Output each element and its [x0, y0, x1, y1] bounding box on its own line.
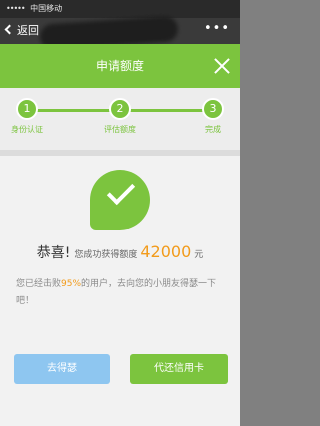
step-label: 完成 — [205, 125, 221, 134]
desc-prefix: 您已经击败 — [16, 279, 62, 289]
beat-percentage: 95% — [61, 279, 82, 289]
step-evaluate: 2 评估额度 — [85, 98, 155, 135]
currency-unit: 元 — [194, 250, 204, 260]
step-label: 评估额度 — [104, 125, 136, 134]
more-icon[interactable]: ••• — [204, 18, 230, 44]
congrats-line: 恭喜! 您成功获得额度 42000 元 — [0, 242, 240, 262]
share-button[interactable]: 去得瑟 — [14, 354, 110, 384]
success-badge — [90, 170, 150, 230]
screen: ••••• 中国移动 返回 ••• 申请额度 1 身份认证 2 评估额度 3 完… — [0, 0, 240, 426]
page-title: 申请额度 — [95, 59, 144, 73]
congrats-text: 恭喜! — [36, 245, 71, 261]
status-bar: ••••• 中国移动 — [0, 0, 240, 18]
success-message: 您成功获得额度 — [74, 250, 138, 260]
signal-icon: ••••• — [6, 4, 26, 13]
credit-amount: 42000 — [140, 242, 192, 261]
ranking-description: 您已经击败95%的用户，去向您的小朋友得瑟一下吧！ — [16, 276, 226, 310]
wechat-top-bar: 返回 ••• — [0, 15, 240, 51]
back-button[interactable]: 返回 — [4, 18, 39, 44]
result-card: 恭喜! 您成功获得额度 42000 元 您已经击败95%的用户，去向您的小朋友得瑟一下… — [0, 156, 240, 426]
step-label: 身份认证 — [11, 125, 43, 134]
repay-credit-card-button[interactable]: 代还信用卡 — [130, 354, 228, 384]
step-number: 2 — [109, 98, 131, 120]
back-label: 返回 — [17, 24, 39, 37]
step-number: 1 — [16, 98, 38, 120]
carrier-label: 中国移动 — [30, 4, 63, 13]
chevron-left-icon — [4, 24, 15, 35]
step-complete: 3 完成 — [178, 98, 248, 135]
page-header: 申请额度 — [0, 44, 240, 88]
progress-steps: 1 身份认证 2 评估额度 3 完成 — [0, 88, 240, 150]
step-number: 3 — [202, 98, 224, 120]
close-icon[interactable] — [214, 58, 230, 74]
step-identity: 1 身份认证 — [0, 98, 62, 135]
